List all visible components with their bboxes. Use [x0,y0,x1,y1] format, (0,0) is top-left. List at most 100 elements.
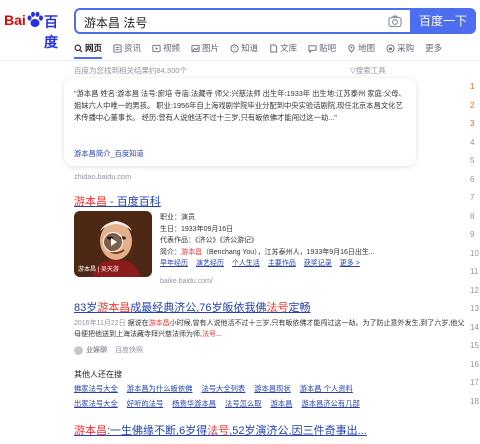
tab-news[interactable]: 资讯 [113,42,141,54]
baike-link-main-works[interactable]: 主要作品 [268,260,296,267]
tab-wenku[interactable]: 文库 [269,42,297,54]
tab-purchase[interactable]: 采购 [386,42,414,54]
related-searches-heading: 其他人还在搜 [74,370,122,379]
snapshot-link[interactable]: 百度快照 [115,345,143,355]
tab-label: 视频 [163,43,181,53]
baike-video-thumbnail[interactable]: 游本昌 | 吴天游 [74,211,152,277]
active-tab-indicator [74,57,102,59]
tab-tieba[interactable]: 贴吧 [308,42,336,54]
related-search-item[interactable]: 法号大全列表 [201,384,245,394]
related-search-item[interactable]: 游本昌现状 [254,384,290,394]
rank-number: 12 [470,285,479,295]
related-search-item[interactable]: 游本昌 个人资料 [300,384,353,394]
tab-label: 地图 [358,43,376,53]
tab-label: 知道 [241,43,259,53]
document-icon [270,43,278,53]
thumbnail-caption: 游本昌 | 吴天游 [78,267,119,273]
related-search-item[interactable]: 出家法号大全 [74,399,118,409]
tab-label: 采购 [397,43,415,53]
answer-text: "游本昌 姓名:游本昌 法号:瘀培 寺庙:法藏寺 师父:兴慈法师 出生年:193… [74,89,406,122]
play-icon[interactable] [103,232,123,252]
rank-number: 11 [470,267,479,276]
rank-number: 10 [470,248,479,258]
rank-number: 3 [470,119,475,128]
search-tabs: 网页 资讯 视频 图片 ? 知道 文库 贴吧 地图 采购 更多 [74,40,453,56]
article-meta: 业娱聊 百度快照 [74,345,143,355]
answer-source: zhidao.baidu.com [74,172,132,181]
snippet-highlight: 游本昌 [148,320,170,327]
baike-link-awards[interactable]: 获奖记录 [304,260,332,267]
related-search-item[interactable]: 杨贵华游本昌 [172,399,216,409]
title-highlight: 法号 [207,425,230,437]
baike-link-acting-career[interactable]: 演艺经历 [196,260,224,267]
snippet-text: ... [215,331,222,338]
map-icon [348,44,355,53]
rank-number: 6 [470,174,475,184]
related-search-item[interactable]: 法号怎么取 [225,399,261,409]
hot-rank-column: 1 2 3 4 5 6 7 8 9 10 11 12 13 14 15 16 1… [470,78,479,411]
tab-video[interactable]: 视频 [152,42,180,54]
tab-web[interactable]: 网页 [74,42,102,54]
baike-section-links: 早年经历 演艺经历 个人生活 主要作品 获奖记录 更多 > [160,258,375,270]
baidu-logo[interactable]: Bai 百度 [4,10,66,50]
tab-label: 贴吧 [319,43,337,53]
article-date: 2016年11月22日 [74,320,126,327]
intro-highlight: 游本昌 [181,248,202,256]
article-snippet: 2016年11月22日 据说在游本昌小时候,曾有人说他活不过十三岁,只有皈依佛才… [74,318,468,340]
next-result-title[interactable]: 游本昌:一生佛缘不断,6岁得法号,52岁演济公,因三件奇事出... [74,422,367,438]
tab-map[interactable]: 地图 [347,42,375,54]
baike-url: baike.baidu.com/ [160,278,213,285]
search-tools-button[interactable]: ▽搜索工具 [350,65,386,76]
title-part: 定畅 [288,302,311,314]
birthday: 生日：1933年09月16日 [160,225,234,233]
rank-number: 2 [470,100,475,110]
related-search-item[interactable]: 游本昌 [271,399,293,409]
search-icon [74,44,83,52]
title-part: 83岁 [74,302,98,314]
representative-works: 代表作品：《济公》《济公游记》 [160,237,258,244]
baike-link-early-life[interactable]: 早年经历 [160,260,188,267]
title-part: :一生佛缘不断,6岁得 [107,425,208,437]
occupation: 职业：演员 [160,214,195,221]
baike-link-more[interactable]: 更多 > [340,260,360,267]
title-highlight: 游本昌 [74,196,107,208]
related-search-item[interactable]: 佛家法号大全 [74,384,118,394]
baike-info: 职业：演员 生日：1933年09月16日 代表作品：《济公》《济公游记》 简介：… [160,212,375,270]
tab-label: 图片 [202,43,220,53]
rank-number: 13 [470,304,479,313]
article-result-title[interactable]: 83岁游本昌成最经典济公,76岁皈依我佛法号定畅 [74,299,311,315]
result-count: 百度为您找到相关结果约84,300个 [74,66,187,75]
news-icon [113,43,122,53]
search-input[interactable] [84,13,374,31]
rank-number: 18 [470,396,479,406]
related-search-item[interactable]: 游本昌济公有几部 [301,399,359,409]
baike-link-personal-life[interactable]: 个人生活 [232,260,260,267]
answer-link[interactable]: 游本昌简介_百度知道 [74,149,144,159]
answer-card: "游本昌 姓名:游本昌 法号:瘀培 寺庙:法藏寺 师父:兴慈法师 出生年:193… [64,78,416,166]
related-search-item[interactable]: 游本昌为什么皈依佛 [127,384,193,394]
logo-text-left: Bai [4,12,26,28]
rank-number: 14 [470,322,479,332]
rank-number: 4 [470,137,475,147]
snippet-text: 据说在 [125,320,149,327]
rank-number: 17 [470,378,479,387]
paw-icon [27,11,43,27]
forum-icon [308,44,317,53]
rank-number: 9 [470,230,475,239]
related-search-item[interactable]: 好听的法号 [127,399,163,409]
article-source[interactable]: 业娱聊 [86,345,107,355]
search-button[interactable]: 百度一下 [410,8,476,34]
tab-images[interactable]: 图片 [191,42,219,54]
rank-number: 16 [470,359,479,369]
baike-result-title[interactable]: 游本昌 - 百度百科 [74,193,161,209]
title-highlight: 法号 [266,302,289,314]
tab-label: 更多 [425,43,443,53]
svg-text:?: ? [233,46,236,52]
tab-more[interactable]: 更多 [425,42,442,54]
tab-zhidao[interactable]: ? 知道 [230,42,258,54]
source-avatar [74,345,83,355]
title-highlight: 游本昌 [74,425,107,437]
intro-rest: （Benchang You），江苏泰州人，1933年9月16日出生... [202,248,375,256]
camera-icon[interactable] [388,14,402,28]
search-box [74,8,410,34]
